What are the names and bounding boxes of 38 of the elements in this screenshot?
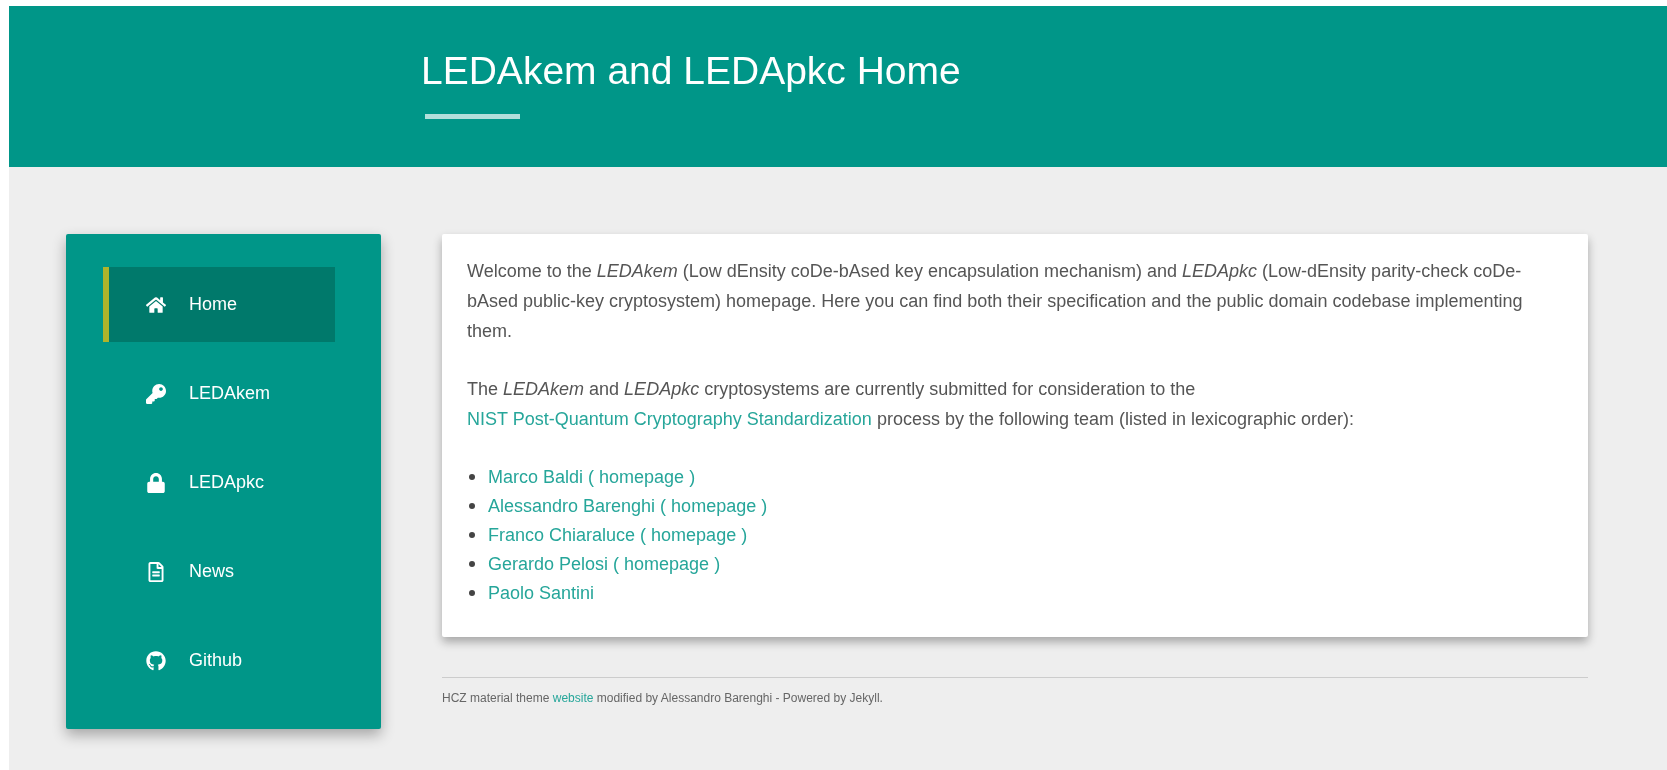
homepage-link[interactable]: homepage — [651, 519, 737, 550]
member-link[interactable]: Franco Chiaraluce — [488, 519, 636, 550]
intro-paragraph: Welcome to the LEDAkem (Low dEnsity coDe-bAsed key encapsulation mechanism) and LEDApkc (Low-dEnsity parity-check coDe-bAsed public-key cryptosystem) homepage. Here you can find both their specification and the public domain codebase implementing them. — [467, 260, 1524, 343]
nist-link[interactable]: NIST Post-Quantum Cryptography Standardization — [467, 409, 872, 429]
sidebar-item[interactable]: LEDAkem — [103, 356, 335, 431]
page-title: LEDAkem and LEDApkc Home — [421, 48, 962, 94]
paren-text: ( — [613, 552, 620, 576]
member-link[interactable]: Paolo Santini — [488, 577, 595, 608]
paren-text: ) — [689, 465, 696, 489]
footer-text: HCZ material theme website modified by Alessandro Barenghi - Powered by Jekyll. — [442, 691, 884, 705]
paren-text: ( — [588, 465, 595, 489]
member-link[interactable]: Marco Baldi — [488, 461, 584, 492]
bullet-icon — [469, 560, 475, 567]
key-icon — [146, 383, 166, 404]
bullet-icon — [469, 473, 475, 480]
homepage-link[interactable]: homepage — [624, 548, 710, 579]
paren-text: ) — [761, 494, 768, 518]
bullet-icon — [469, 502, 475, 509]
submission-paragraph: The LEDAkem and LEDApkc cryptosystems are currently submitted for consideration to the NIST Post-Quantum Cryptography Standardization process by the following team (listed in lexicographic order): — [467, 378, 1356, 431]
sidebar-item[interactable]: Github — [103, 623, 335, 698]
sidebar-item[interactable]: News — [103, 534, 335, 609]
sidebar-item[interactable]: Home — [103, 267, 335, 342]
website-link[interactable]: website — [552, 691, 594, 705]
paren-text: ( — [660, 494, 667, 518]
homepage-link[interactable]: homepage — [599, 461, 685, 492]
homepage-link[interactable]: homepage — [671, 490, 757, 521]
sidebar-item[interactable]: LEDApkc — [103, 445, 335, 520]
github-icon — [146, 650, 166, 671]
lock-icon — [146, 472, 166, 493]
paren-text: ) — [741, 523, 748, 547]
bullet-icon — [469, 589, 475, 596]
home-icon — [146, 294, 166, 315]
paren-text: ) — [714, 552, 721, 576]
paren-text: ( — [640, 523, 647, 547]
member-link[interactable]: Alessandro Barenghi — [488, 490, 656, 521]
bullet-icon — [469, 531, 475, 538]
document-icon — [146, 561, 166, 582]
member-link[interactable]: Gerardo Pelosi — [488, 548, 609, 579]
